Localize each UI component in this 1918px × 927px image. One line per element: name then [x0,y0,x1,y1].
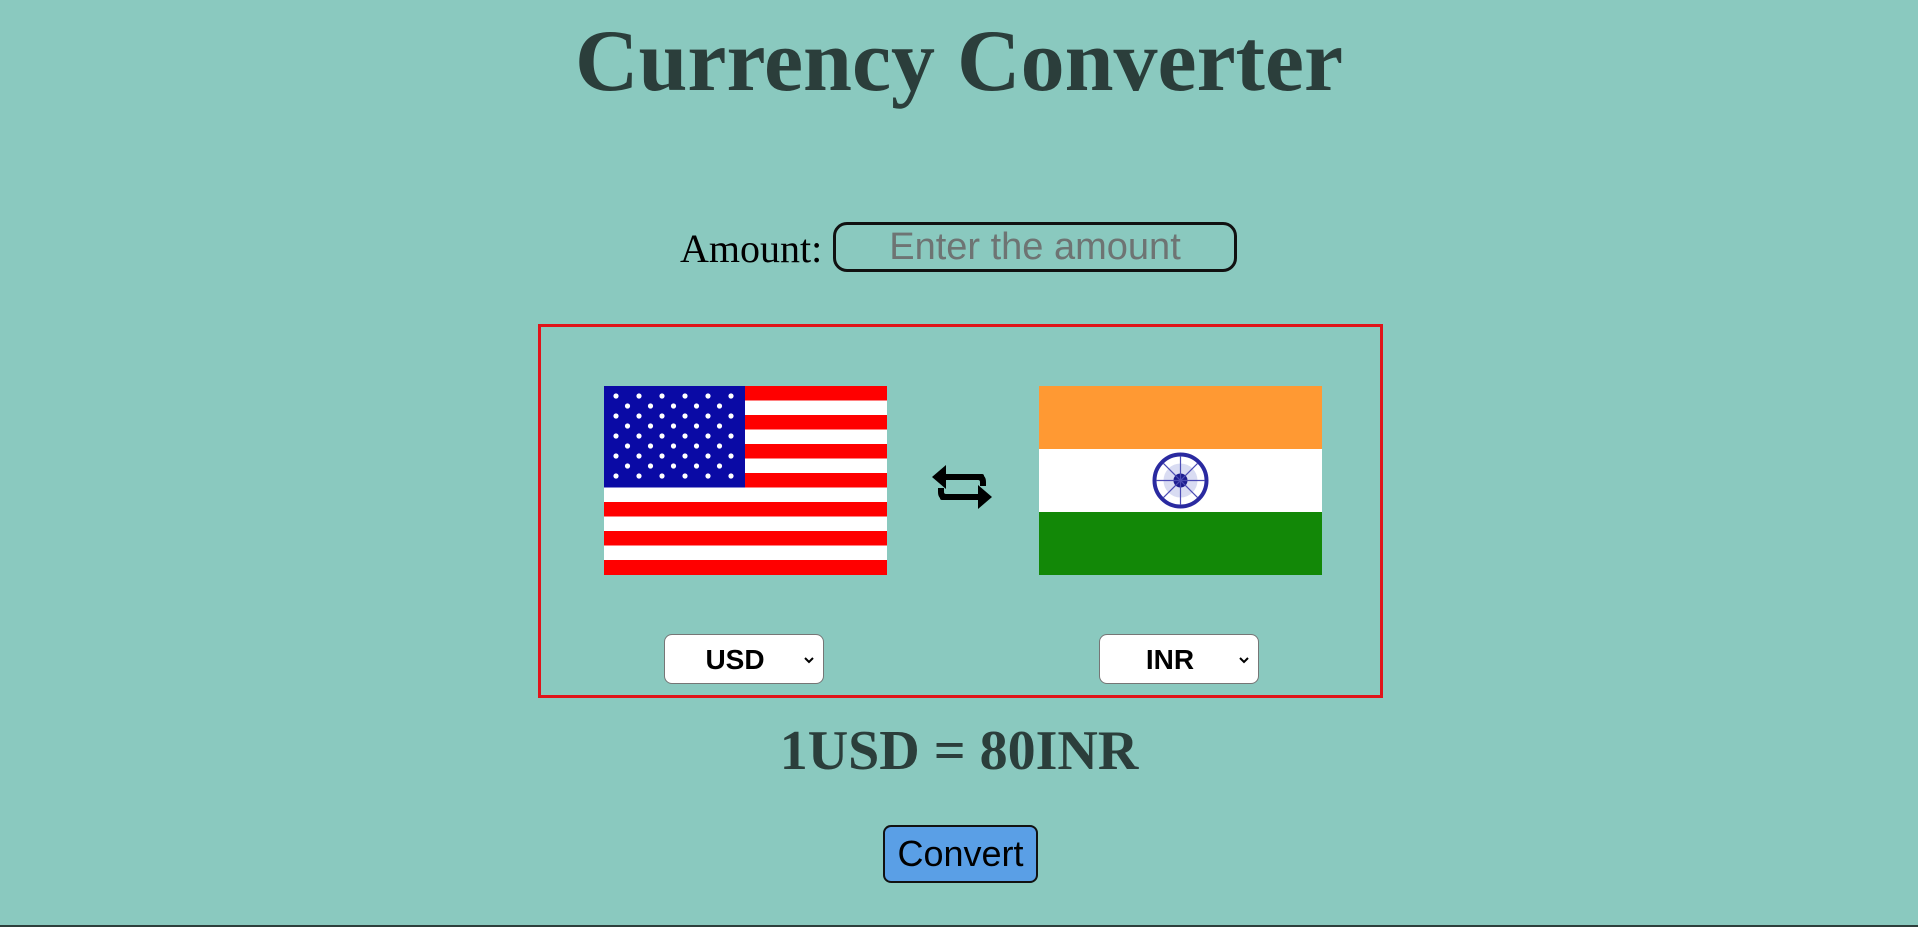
amount-label: Amount: [680,226,823,271]
chevron-down-icon [804,657,814,664]
page-title: Currency Converter [574,13,1344,110]
to-currency-select[interactable]: INR [1099,634,1259,684]
converter-panel: USD INR [538,324,1383,698]
from-currency-select[interactable]: USD [664,634,824,684]
india-flag-icon [1039,386,1322,575]
amount-row: Amount: [0,222,1918,274]
chevron-down-icon [1239,657,1249,664]
exchange-rate-text: 1USD = 80INR [779,720,1139,782]
convert-button[interactable]: Convert [883,825,1038,883]
us-flag-icon [604,386,887,575]
from-currency-value: USD [705,644,765,675]
amount-input[interactable] [833,222,1237,272]
to-currency-value: INR [1145,644,1195,675]
swap-arrows-icon[interactable] [930,454,994,518]
